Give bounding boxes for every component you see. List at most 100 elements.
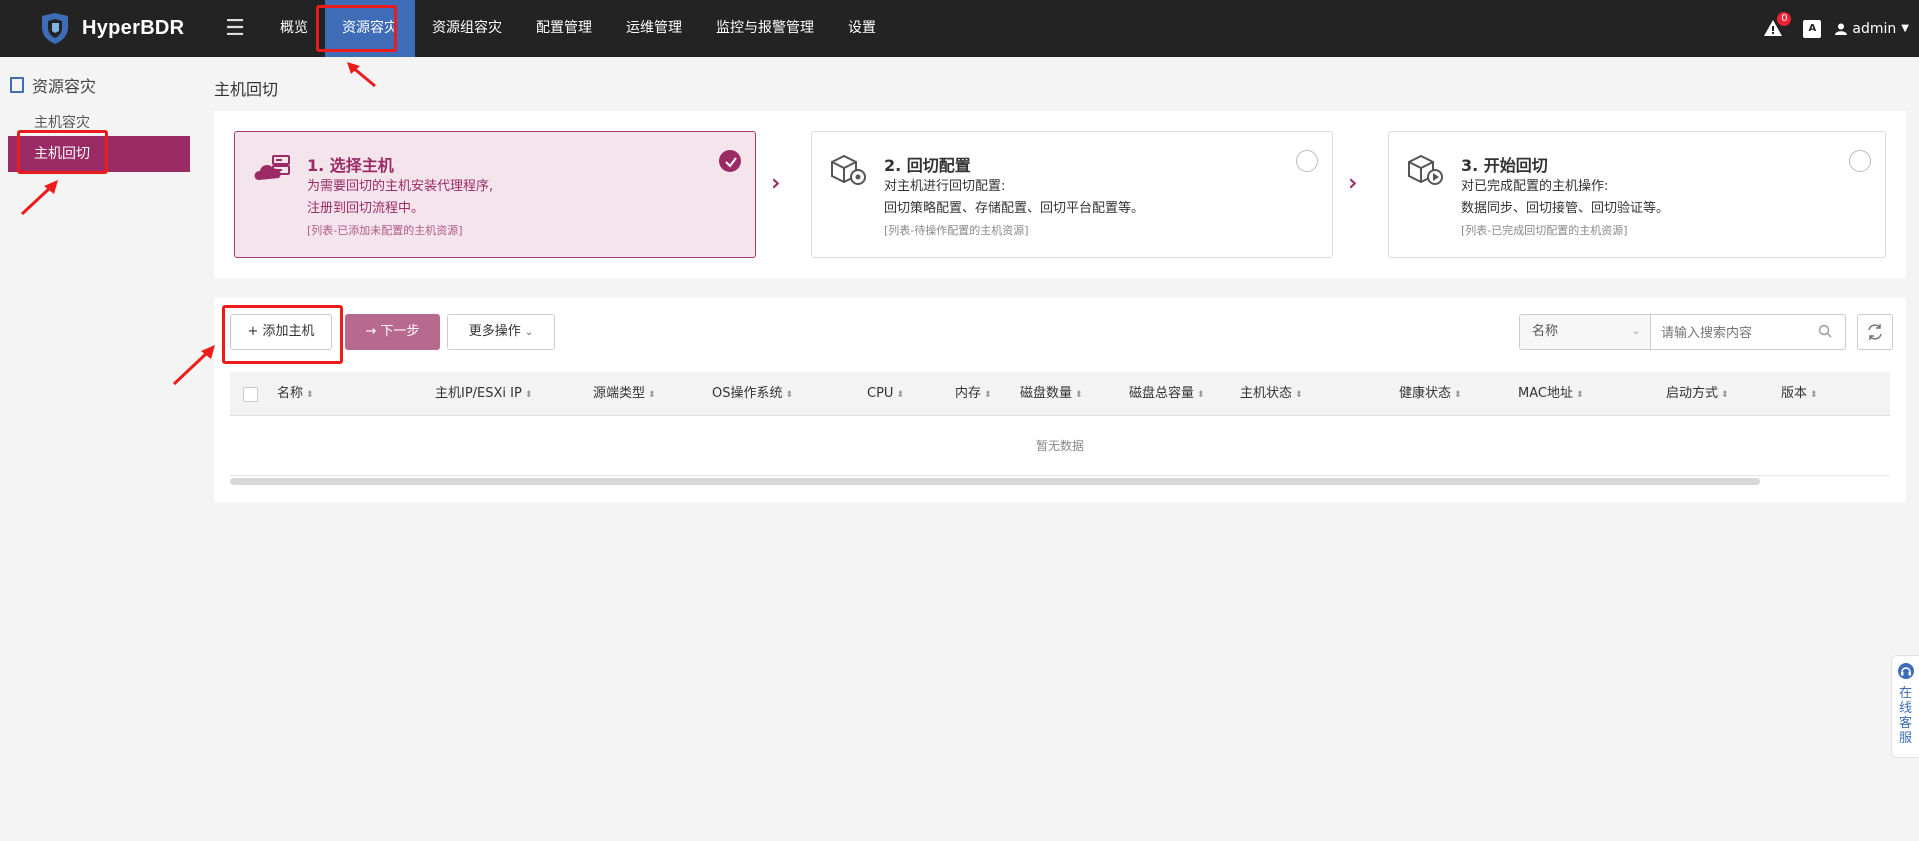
step-desc-line: 回切策略配置、存储配置、回切平台配置等。: [884, 201, 1145, 216]
sort-icon: ⬍: [1575, 390, 1584, 400]
double-chevron-right-icon: ››: [1348, 171, 1356, 196]
annotation-box: [17, 130, 108, 174]
column-label: 启动方式: [1666, 386, 1719, 401]
refresh-button[interactable]: [1857, 314, 1893, 350]
sort-icon: ⬍: [785, 390, 794, 400]
table-header: 名称 ⬍ 主机IP/ESXi IP ⬍ 源端类型 ⬍ OS操作系统 ⬍ CPU ⬍ 内存 ⬍…: [230, 372, 1890, 416]
sort-icon: ⬍: [1295, 390, 1303, 400]
chevron-down-icon: ▼: [1901, 23, 1909, 34]
sidebar-section-label: 资源容灾: [32, 77, 97, 96]
column-label: 源端类型: [593, 386, 646, 401]
check-circle-icon: [719, 150, 741, 172]
column-label: 磁盘数量: [1020, 386, 1073, 401]
sort-icon: ⬍: [1810, 390, 1818, 400]
next-step-button[interactable]: → 下一步: [345, 314, 440, 350]
column-label: 主机状态: [1240, 386, 1293, 401]
sort-icon: ⬍: [306, 390, 314, 400]
column-label: 名称: [277, 386, 304, 401]
column-header[interactable]: 版本 ⬍: [1781, 372, 1818, 416]
page-title: 主机回切: [214, 80, 279, 99]
search-icon[interactable]: [1818, 324, 1832, 338]
refresh-icon: [1868, 324, 1882, 340]
shield-logo-icon: [38, 12, 72, 45]
box-play-icon: [1405, 152, 1447, 188]
top-right-tools: 0 A admin ▼: [1763, 0, 1909, 57]
step-desc-line: 对主机进行回切配置:: [884, 179, 1006, 194]
nav-item-ops[interactable]: 运维管理: [609, 0, 699, 57]
nav-item-monitor[interactable]: 监控与报警管理: [699, 0, 831, 57]
sort-icon: ⬍: [896, 390, 904, 400]
horizontal-scrollbar[interactable]: [230, 478, 1760, 485]
building-icon: [10, 77, 24, 93]
step-title: 2. 回切配置: [884, 156, 971, 175]
brand-logo[interactable]: HyperBDR: [38, 12, 203, 45]
column-header[interactable]: 主机IP/ESXi IP ⬍: [435, 372, 532, 416]
search-field-select[interactable]: 名称 ⌄: [1519, 314, 1650, 350]
column-label: 内存: [955, 386, 982, 401]
annotation-box: [222, 305, 343, 364]
online-support-widget[interactable]: 在线客服: [1891, 655, 1919, 758]
online-support-label: 在线客服: [1898, 686, 1912, 746]
user-menu[interactable]: admin ▼: [1835, 21, 1909, 37]
sort-icon: ⬍: [1197, 390, 1205, 400]
step-description: 对已完成配置的主机操作: 数据同步、回切接管、回切验证等。: [1461, 176, 1669, 220]
user-icon: [1835, 23, 1848, 35]
column-header[interactable]: 磁盘数量 ⬍: [1020, 372, 1083, 416]
cloud-server-icon: [251, 152, 293, 188]
nav-item-group-dr[interactable]: 资源组容灾: [415, 0, 519, 57]
more-actions-label: 更多操作: [468, 324, 521, 339]
host-table-panel: + 添加主机 → 下一步 更多操作 ⌄ 名称 ⌄ 名称⬍ 主机IP/ESXi I…: [214, 298, 1906, 502]
column-label: MAC地址: [1518, 386, 1573, 401]
empty-circle-icon: [1296, 150, 1318, 172]
step-select-host[interactable]: 1. 选择主机 为需要回切的主机安装代理程序, 注册到回切流程中。 [列表-已添…: [234, 131, 756, 258]
empty-circle-icon: [1849, 150, 1871, 172]
column-header[interactable]: 主机状态 ⬍: [1240, 372, 1303, 416]
column-header[interactable]: 名称 ⬍: [277, 372, 314, 416]
column-label: 磁盘总容量: [1129, 386, 1195, 401]
column-label: CPU: [867, 386, 894, 401]
step-desc-line: 注册到回切流程中。: [307, 201, 425, 216]
column-header[interactable]: CPU ⬍: [867, 372, 904, 416]
sort-icon: ⬍: [524, 390, 533, 400]
column-header[interactable]: 磁盘总容量 ⬍: [1129, 372, 1205, 416]
step-description: 为需要回切的主机安装代理程序, 注册到回切流程中。: [307, 176, 493, 220]
headset-icon: [1897, 663, 1914, 679]
column-header[interactable]: 源端类型 ⬍: [593, 372, 656, 416]
empty-state: 暂无数据: [230, 416, 1890, 476]
alert-bell[interactable]: 0: [1763, 11, 1792, 40]
column-header[interactable]: 健康状态 ⬍: [1399, 372, 1462, 416]
column-header[interactable]: MAC地址 ⬍: [1518, 372, 1584, 416]
step-start-failback[interactable]: 3. 开始回切 对已完成配置的主机操作: 数据同步、回切接管、回切验证等。 [列…: [1388, 131, 1886, 258]
arrow-right-icon: →: [365, 324, 377, 339]
column-header[interactable]: 内存 ⬍: [955, 372, 992, 416]
annotation-arrow-icon: [347, 62, 376, 88]
step-title: 3. 开始回切: [1461, 156, 1548, 175]
menu-toggle-icon[interactable]: ☰: [215, 16, 255, 41]
font-size-icon[interactable]: A: [1803, 19, 1822, 38]
user-name: admin: [1852, 20, 1897, 37]
next-step-label: 下一步: [380, 324, 420, 339]
step-title: 1. 选择主机: [307, 156, 394, 175]
steps-panel: 1. 选择主机 为需要回切的主机安装代理程序, 注册到回切流程中。 [列表-已添…: [214, 111, 1906, 278]
brand-name: HyperBDR: [82, 17, 185, 39]
step-failback-config[interactable]: 2. 回切配置 对主机进行回切配置: 回切策略配置、存储配置、回切平台配置等。 …: [811, 131, 1333, 258]
search-input[interactable]: [1650, 314, 1846, 350]
sort-icon: ⬍: [648, 390, 656, 400]
alert-count-badge: 0: [1777, 11, 1792, 26]
column-header[interactable]: OS操作系统 ⬍: [712, 372, 793, 416]
step-hint: [列表-已添加未配置的主机资源]: [307, 224, 463, 237]
box-gear-icon: [828, 152, 870, 188]
column-header[interactable]: 启动方式 ⬍: [1666, 372, 1729, 416]
select-all-checkbox[interactable]: [243, 387, 258, 402]
column-label: 主机IP/ESXi IP: [435, 386, 522, 401]
sort-icon: ⬍: [1075, 390, 1083, 400]
sidebar: 资源容灾 主机容灾 主机回切: [0, 57, 200, 841]
annotation-arrow-icon: [20, 180, 58, 216]
more-actions-dropdown[interactable]: 更多操作 ⌄: [447, 314, 555, 350]
annotation-arrow-icon: [172, 345, 215, 386]
sort-icon: ⬍: [984, 390, 992, 400]
step-hint: [列表-已完成回切配置的主机资源]: [1461, 224, 1628, 237]
sort-icon: ⬍: [1454, 390, 1462, 400]
nav-item-config[interactable]: 配置管理: [519, 0, 609, 57]
nav-item-settings[interactable]: 设置: [831, 0, 893, 57]
